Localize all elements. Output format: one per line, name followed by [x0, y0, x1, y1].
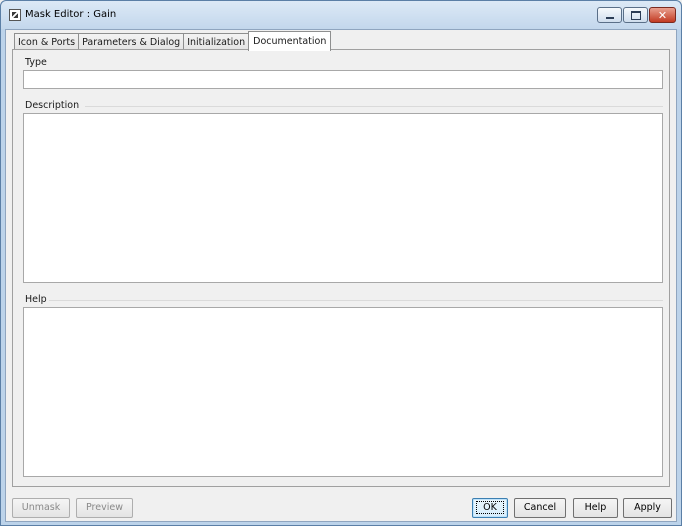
documentation-panel: Type Description Help — [12, 49, 670, 487]
description-label: Description — [25, 100, 80, 111]
minimize-button[interactable] — [597, 7, 622, 23]
preview-button[interactable]: Preview — [76, 498, 133, 518]
description-textarea[interactable] — [23, 113, 663, 283]
window-title: Mask Editor : Gain — [25, 9, 117, 20]
tab-strip: Icon & Ports Parameters & Dialog Initial… — [14, 31, 332, 51]
editor-client-area: Icon & Ports Parameters & Dialog Initial… — [5, 29, 677, 522]
maximize-icon — [624, 8, 647, 22]
close-button[interactable]: ✕ — [649, 7, 676, 23]
title-bar[interactable]: Mask Editor : Gain ✕ — [1, 1, 681, 29]
mask-editor-icon — [9, 9, 21, 21]
type-label: Type — [25, 57, 47, 68]
description-divider — [85, 106, 663, 107]
ok-button-label: OK — [476, 501, 504, 514]
tab-documentation[interactable]: Documentation — [248, 31, 332, 51]
help-label: Help — [25, 294, 47, 305]
help-button[interactable]: Help — [573, 498, 618, 518]
type-field[interactable] — [23, 70, 663, 89]
maximize-button[interactable] — [623, 7, 648, 23]
close-icon: ✕ — [657, 8, 668, 22]
help-divider — [49, 300, 663, 301]
unmask-button[interactable]: Unmask — [12, 498, 70, 518]
ok-button[interactable]: OK — [472, 498, 508, 518]
cancel-button[interactable]: Cancel — [514, 498, 566, 518]
mask-editor-window: Mask Editor : Gain ✕ Icon & Ports Parame… — [0, 0, 682, 526]
minimize-icon — [598, 8, 621, 22]
help-textarea[interactable] — [23, 307, 663, 477]
apply-button[interactable]: Apply — [623, 498, 672, 518]
